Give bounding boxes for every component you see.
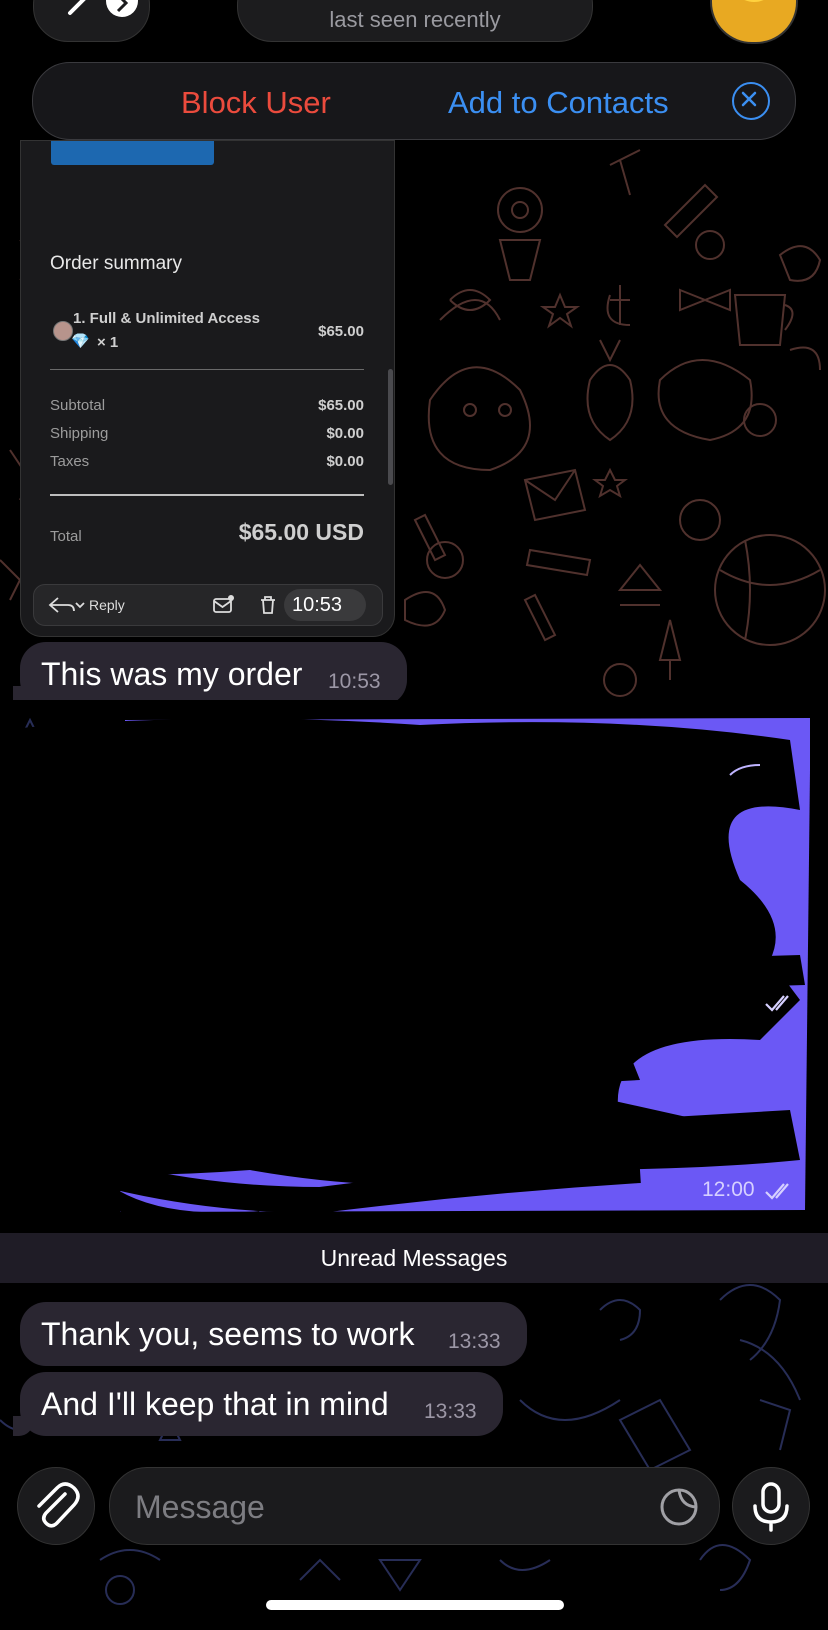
divider [50,494,364,496]
mail-toolbar: Reply 10:53 [33,584,383,626]
message-bubble-incoming[interactable]: This was my order 10:53 [13,642,407,706]
last-seen-status: last seen recently [329,7,501,32]
message-input[interactable] [133,1488,617,1526]
paperclip-icon [37,1482,80,1528]
item-name: 1. Full & Unlimited Access [73,310,260,327]
redacted-messages [0,700,828,1220]
shipping-value: $0.00 [326,425,364,442]
add-to-contacts-button[interactable]: Add to Contacts [448,85,669,121]
back-chevron-icon [68,0,138,17]
message-text: Thank you, seems to work [41,1316,415,1352]
product-thumbnail [53,321,73,341]
divider [50,369,364,370]
back-button[interactable] [33,0,150,42]
message-time: 13:33 [448,1330,501,1353]
screenshot-time-pill: 10:53 [284,589,366,621]
scrollbar [388,369,393,485]
attach-button[interactable] [17,1467,95,1545]
reply-label[interactable]: Reply [89,597,125,613]
chat-title-pill[interactable]: last seen recently [237,0,593,42]
mail-icon[interactable] [212,594,234,616]
message-time: 10:53 [328,670,381,693]
taxes-value: $0.00 [326,453,364,470]
sticker-icon[interactable] [659,1487,699,1527]
unread-messages-label: Unread Messages [320,1245,508,1271]
item-quantity: × 1 [97,334,119,351]
screenshot-time: 10:53 [292,594,343,616]
trash-icon[interactable] [257,594,279,616]
reply-icon[interactable] [46,594,86,616]
block-user-button[interactable]: Block User [181,85,331,121]
close-icon[interactable] [732,82,770,120]
microphone-button[interactable] [732,1467,810,1545]
taxes-label: Taxes [50,453,90,470]
shipping-label: Shipping [50,425,109,442]
unread-messages-divider: Unread Messages [0,1233,828,1283]
gem-icon: 💎 [71,333,90,350]
double-check-icon [765,995,789,1012]
home-indicator[interactable] [266,1600,564,1610]
message-input-field[interactable] [109,1467,720,1545]
message-text: This was my order [41,656,303,692]
message-time: 13:33 [424,1400,477,1423]
subtotal-value: $65.00 [318,397,364,414]
double-check-icon [765,1183,789,1200]
order-screenshot-message[interactable]: Order summary 1. Full & Unlimited Access… [20,140,395,637]
outgoing-message-time: 12:00 [702,1178,755,1201]
total-label: Total [50,528,82,545]
message-bubble-incoming[interactable]: And I'll keep that in mind 13:33 [13,1372,503,1436]
message-bubble-incoming[interactable]: Thank you, seems to work 13:33 [20,1302,527,1366]
microphone-icon [753,1482,789,1532]
item-price: $65.00 [318,323,364,340]
blue-button-fragment [51,141,214,165]
message-text: And I'll keep that in mind [41,1386,389,1422]
subtotal-label: Subtotal [50,397,106,414]
order-summary-title: Order summary [50,253,182,274]
contact-action-bar: Block User Add to Contacts [32,62,796,140]
total-value: $65.00 USD [238,519,364,545]
